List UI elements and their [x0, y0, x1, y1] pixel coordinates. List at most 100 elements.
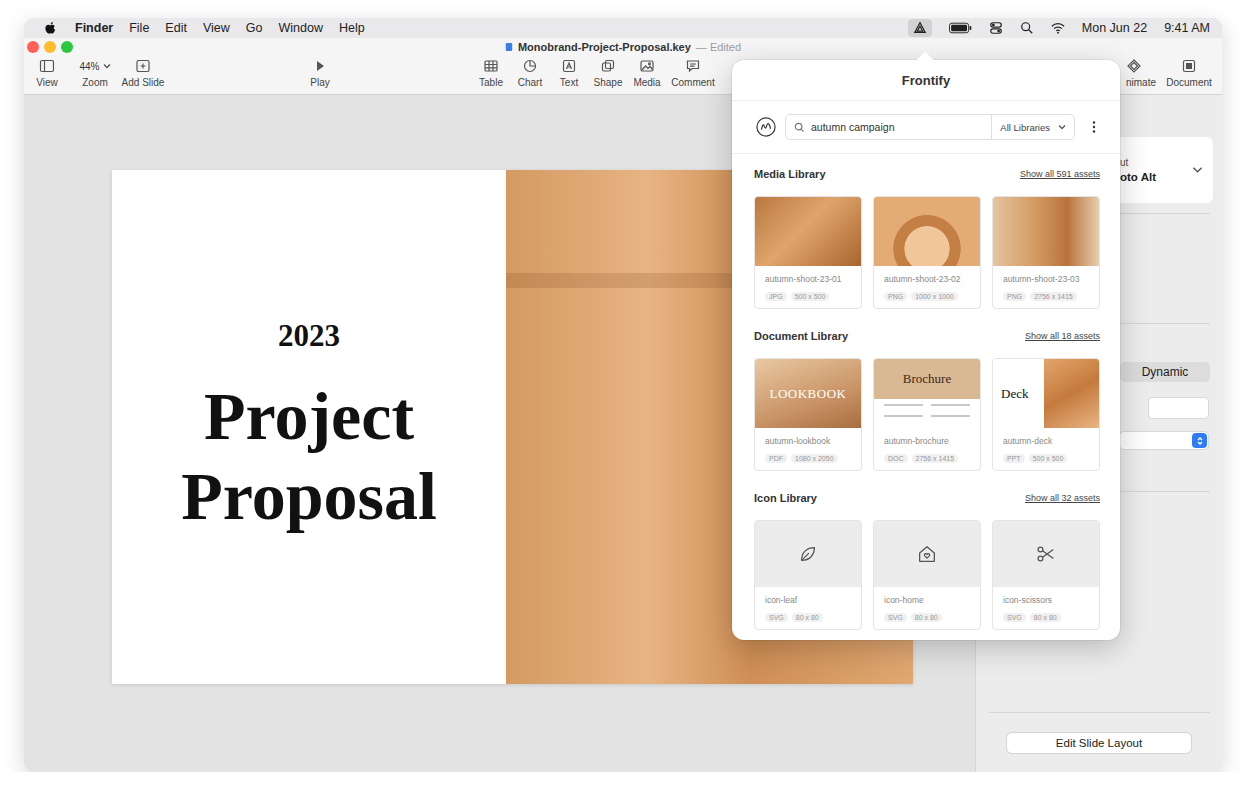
menu-item[interactable]: File	[129, 21, 149, 35]
slide-title-line[interactable]: Proposal	[181, 456, 437, 536]
library-section: Document Library Show all 18 assets LOOK…	[754, 329, 1100, 471]
asset-card[interactable]: icon-scissors SVG 80 x 80	[992, 520, 1100, 630]
text-icon	[561, 58, 577, 74]
format-badge: SVG	[884, 613, 907, 622]
play-icon	[312, 58, 328, 74]
leaf-icon	[797, 543, 819, 565]
frontify-logo-icon[interactable]	[756, 117, 776, 137]
animate-icon	[1126, 58, 1142, 74]
asset-preview: LOOKBOOK	[755, 359, 861, 428]
asset-card[interactable]: Brochure autumn-brochure DOC 2756 x 1415	[873, 358, 981, 471]
toolbar-button[interactable]: 44% Zoom	[72, 58, 118, 89]
chevron-down-icon	[103, 63, 111, 69]
asset-name: autumn-shoot-23-01	[765, 274, 851, 284]
scissors-icon	[1035, 543, 1057, 565]
battery-icon[interactable]	[949, 22, 972, 34]
divider	[988, 712, 1210, 713]
toolbar-button[interactable]: Add Slide	[120, 58, 166, 89]
frontify-icon	[913, 21, 927, 35]
frontify-menu-extra[interactable]	[908, 19, 932, 37]
edit-slide-layout-button[interactable]: Edit Slide Layout	[1007, 733, 1191, 753]
segment-button[interactable]: Dynamic	[1120, 362, 1210, 382]
toolbar-button[interactable]: View	[24, 58, 70, 89]
desktop-window: Finder File Edit View Go Window Help Mon Jun …	[24, 18, 1222, 772]
menu-date[interactable]: Mon Jun 22	[1082, 21, 1147, 35]
asset-card[interactable]: autumn-shoot-23-02 PNG 1000 x 1000	[873, 196, 981, 309]
zoom-button[interactable]	[61, 41, 73, 53]
library-filter[interactable]: All Libraries	[991, 115, 1074, 139]
slide-title-area: 2023 ProjectProposal	[112, 170, 506, 684]
asset-name: autumn-lookbook	[765, 436, 851, 446]
menu-time[interactable]: 9:41 AM	[1164, 21, 1210, 35]
control-center-icon[interactable]	[989, 21, 1003, 35]
asset-preview: Brochure	[874, 359, 980, 428]
search-icon[interactable]	[1020, 21, 1034, 35]
more-icon[interactable]	[1092, 120, 1096, 134]
comment-icon	[685, 58, 701, 74]
asset-name: autumn-shoot-23-02	[884, 274, 970, 284]
menu-app-name[interactable]: Finder	[75, 21, 113, 35]
menu-item[interactable]: Edit	[165, 21, 187, 35]
toolbar-button[interactable]: Chart	[511, 58, 549, 89]
play-button[interactable]: Play	[298, 58, 342, 89]
value-field[interactable]	[1149, 398, 1208, 418]
popup-menu[interactable]	[1120, 432, 1208, 449]
asset-card[interactable]: icon-home SVG 80 x 80	[873, 520, 981, 630]
status-area: Mon Jun 22 9:41 AM	[908, 19, 1210, 37]
menu-item[interactable]: Window	[278, 21, 322, 35]
toolbar-button[interactable]: Document	[1164, 58, 1214, 89]
minimize-button[interactable]	[44, 41, 56, 53]
frontify-popover: Frontify autumn campaign All Libraries M…	[732, 60, 1120, 640]
toolbar-button[interactable]: Media	[628, 58, 666, 89]
toolbar-button[interactable]: Comment	[667, 58, 719, 89]
slide-title-line[interactable]: Project	[204, 376, 414, 456]
asset-photo	[755, 197, 861, 266]
asset-card[interactable]: autumn-shoot-23-03 PNG 2756 x 1415	[992, 196, 1100, 309]
size-badge: 80 x 80	[792, 613, 823, 622]
asset-preview: Deck	[993, 359, 1099, 428]
menu-item[interactable]: View	[203, 21, 230, 35]
show-all-link[interactable]: Show all 591 assets	[1020, 169, 1100, 179]
format-badge: PPT	[1003, 454, 1025, 463]
format-badge: PDF	[765, 454, 787, 463]
table-icon	[483, 58, 499, 74]
toolbar-button[interactable]: Table	[472, 58, 510, 89]
asset-name: autumn-deck	[1003, 436, 1089, 446]
asset-card[interactable]: autumn-shoot-23-01 JPG 500 x 500	[754, 196, 862, 309]
asset-preview	[755, 521, 861, 587]
size-badge: 1000 x 1000	[911, 292, 958, 301]
media-icon	[639, 58, 655, 74]
home-icon	[916, 543, 938, 565]
asset-card[interactable]: icon-leaf SVG 80 x 80	[754, 520, 862, 630]
menu-item[interactable]: Go	[246, 21, 263, 35]
toolbar-button[interactable]: Text	[550, 58, 588, 89]
show-all-link[interactable]: Show all 18 assets	[1025, 331, 1100, 341]
chart-icon	[522, 58, 538, 74]
library-section: Media Library Show all 591 assets autumn…	[754, 167, 1100, 309]
format-badge: PNG	[1003, 292, 1026, 301]
search-icon	[794, 122, 805, 133]
format-badge: JPG	[765, 292, 787, 301]
size-badge: 500 x 500	[1029, 454, 1068, 463]
document-icon	[1181, 58, 1197, 74]
apple-logo-icon[interactable]	[44, 21, 57, 36]
menu-item[interactable]: Help	[339, 21, 365, 35]
wifi-icon[interactable]	[1051, 21, 1065, 35]
asset-card[interactable]: Deck autumn-deck PPT 500 x 500	[992, 358, 1100, 471]
toolbar-button[interactable]: Shape	[589, 58, 627, 89]
asset-photo	[874, 197, 980, 266]
show-all-link[interactable]: Show all 32 assets	[1025, 493, 1100, 503]
section-title: Document Library	[754, 330, 848, 342]
window-title: Monobrand-Project-Proposal.key — Edited	[505, 41, 741, 53]
zoom-menu[interactable]: 44%	[79, 58, 110, 74]
asset-card[interactable]: LOOKBOOK autumn-lookbook PDF 1080 x 2050	[754, 358, 862, 471]
asset-preview	[993, 521, 1099, 587]
search-field[interactable]: autumn campaign All Libraries	[785, 114, 1075, 140]
section-title: Media Library	[754, 168, 826, 180]
slide-year[interactable]: 2023	[278, 318, 340, 354]
chevron-down-icon	[1058, 124, 1066, 130]
size-badge: 1080 x 2050	[791, 454, 838, 463]
stepper-icon	[1192, 433, 1207, 448]
close-button[interactable]	[27, 41, 39, 53]
toolbar-button[interactable]: nimate	[1122, 58, 1162, 89]
